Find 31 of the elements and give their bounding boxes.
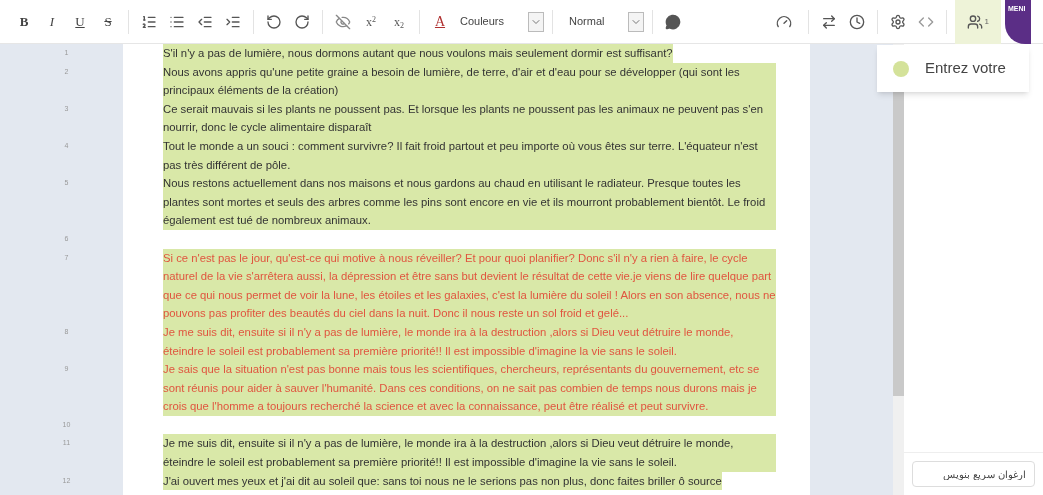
swap-icon[interactable] [820,13,837,30]
text-color-button[interactable]: A [428,9,452,34]
settings-icon[interactable] [889,13,906,30]
format-button[interactable]: B [12,9,36,34]
script-button[interactable]: x$^{2}$ [359,9,383,34]
paragraph: Tout le monde a un souci : comment survivre? Il fait froid partout et peu importe où vous êtes sur terre. L'équateur n'est pas très différent de pôle. [163,136,776,175]
user-name-text: Entrez votre [925,58,1006,79]
users-button[interactable]: 1 [954,0,1001,44]
clock-icon[interactable] [848,13,865,30]
color-select[interactable]: Couleurs [456,11,545,32]
format-button[interactable]: I [40,9,64,34]
paragraph: Nous restons actuellement dans nos maisons et nous gardons au chaud en utilisant le radiateur. Presque toutes les plantes sont mortes et seuls des arbres comme les pins sont encore en vie et ils mourront probablement bientôt. Le froid également est tué de nombreux animaux. [163,174,776,230]
paragraph: Je me suis dit, ensuite si il n'y a pas de lumière, le monde ira à la destruction ,alors si Dieu veut détruire le monde, éteindre le soleil est probablement sa première priorité!! Il est impossible d'imagine la vie sans le soleil. [163,434,776,472]
paragraph: Je me suis dit, ensuite si il n'y a pas de lumière, le monde ira à la destruction ,alors si Dieu veut détruire le monde, éteindre le soleil est probablement sa première priorité!! Il est impossible d'imagine la vie sans le soleil. [163,322,776,361]
paragraph: Je sais que la situation n'est pas bonne mais tous les scientifiques, chercheurs, représentants du gouvernement, etc se sont réunis pour aider à sauver l'humanité. Dans ces conditions, on ne sait pas combien de temps nous durons mais je crois que l'homme a toujours recherché la science et avec la connaissance, peut être réalisé et peut survivre. [163,360,776,416]
paragraph: Si ce n'est pas le jour, qu'est-ce qui motive à nous réveiller? Et pour quoi planifier? Donc s'il n'y a rien à faire, le cycle naturel de la vie s'arrêtera aussi, la dépression et être sans but devient le résultat de cette vie.je viens de lire quelque part que ce qui nous permet de voir la lune, les étoiles et les galaxies, c'est la lumière du soleil ! Alors en son absence, nous ne pouvons pas profiter des beautés du ciel dans la nuit. Donc il nous reste un sol froid et gelé... [163,248,776,323]
paragraph: Ce serait mauvais si les plants ne poussent pas. Et lorsque les plants ne poussent pas les animaux ne peuvent pas s'en nourrir, donc le cycle alimentaire disparaît [163,99,776,137]
style-select[interactable]: Normal [561,11,645,32]
format-button[interactable]: S [96,9,120,34]
gauge-icon[interactable] [775,13,792,30]
paragraph: Nous avons appris qu'une petite graine a besoin de lumière, de terre, d'air et d'eau pour se développer (qui sont les principaux éléments de la création) [163,62,776,100]
users-icon [966,13,983,30]
script-button[interactable]: x$_{2}$ [387,9,411,34]
paragraph: S'il n'y a pas de lumière, nous dormons autant que nous voulons mais seulement dormir est suffisant? [163,44,673,63]
chat-input[interactable]: ارغوان سریع بنویس [912,461,1035,487]
clear-format-icon[interactable] [335,13,351,30]
comment-icon[interactable] [665,13,682,30]
undo-icon[interactable] [266,13,282,30]
numbered-list-icon[interactable] [141,13,157,30]
format-button[interactable]: U [68,9,92,34]
redo-icon[interactable] [294,13,310,30]
